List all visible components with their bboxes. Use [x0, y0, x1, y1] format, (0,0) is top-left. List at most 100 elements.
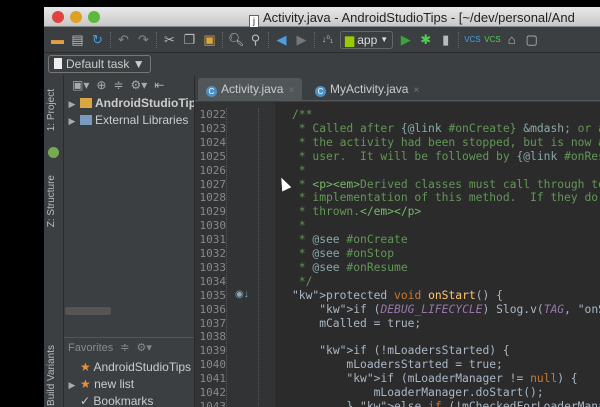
project-panel: ▣▾ ⊕ ≑ ⚙▾ ⇤ ▶ AndroidStudioTips ▶ External Lib…: [64, 75, 195, 407]
code-line: * Called after {@link #onCreate} &mdash;…: [292, 121, 600, 135]
override-icon[interactable]: ◉↓: [235, 289, 249, 300]
forward-icon[interactable]: ▶: [294, 32, 309, 47]
favorites-header: Favorites ≑ ⚙▾: [64, 337, 194, 357]
zoom-window-button[interactable]: [88, 11, 100, 23]
view-selector-icon[interactable]: ▣▾: [72, 78, 89, 92]
tab-activity-java[interactable]: C Activity.java ×: [198, 78, 303, 101]
paste-icon[interactable]: ▣: [202, 32, 217, 47]
project-structure-icon[interactable]: ▢: [524, 32, 539, 47]
code-line: */: [292, 274, 313, 288]
editor-tabs: C Activity.java × C MyActivity.java ×: [195, 75, 600, 101]
tab-structure[interactable]: Z: Structure: [46, 175, 57, 227]
sync-icon[interactable]: ↻: [90, 32, 105, 47]
minimize-window-button[interactable]: [70, 11, 82, 23]
open-folder-icon[interactable]: ▬: [50, 32, 65, 47]
android-icon: ▆: [345, 32, 355, 47]
collapse-icon[interactable]: ≑: [113, 78, 123, 92]
settings-icon[interactable]: ⚙▾: [131, 78, 148, 92]
code-line: "kw">if (DEBUG_LIFECYCLE) Slog.v(TAG, "o…: [319, 302, 600, 316]
favorite-item[interactable]: ✓ Bookmarks: [64, 393, 194, 407]
code-line: /**: [292, 108, 313, 121]
line-number: 1038: [199, 330, 227, 344]
code-line: * the activity had been stopped, but is …: [292, 135, 600, 149]
line-number: 1030: [199, 219, 227, 233]
code-line: } "kw">else if (!mCheckedForLoaderManage…: [292, 399, 600, 407]
locate-icon[interactable]: ⊕: [96, 78, 106, 92]
code-line: * thrown.</em></p>: [292, 205, 422, 219]
editor-gutter: 1022 1023 1024 1025 1026 1027 1028 1029 1030 1031…: [195, 102, 275, 407]
ide-window: j Activity.java - AndroidStudioTips - [~/…: [44, 7, 600, 407]
project-panel-toolbar: ▣▾ ⊕ ≑ ⚙▾ ⇤: [64, 75, 194, 95]
code-line: * @see #onStop: [292, 247, 395, 260]
line-number: 1043: [199, 399, 227, 407]
cut-icon[interactable]: ✂: [162, 32, 177, 47]
code-line: * implementation of this method. If they…: [292, 191, 600, 205]
replace-icon[interactable]: ⚲: [248, 32, 263, 47]
redo-icon[interactable]: ↷: [136, 32, 151, 47]
tab-project[interactable]: 1: Project: [46, 89, 57, 131]
settings-icon[interactable]: ⚙▾: [136, 341, 151, 354]
star-icon: ★: [80, 360, 91, 374]
favorite-item[interactable]: ★ AndroidStudioTips: [64, 359, 194, 376]
line-number: 1037: [199, 316, 227, 330]
code-line: * <p><em>Derived classes must call throu…: [292, 177, 600, 191]
folder-icon: [80, 98, 92, 108]
line-number: 1032: [199, 247, 227, 260]
horizontal-scrollbar[interactable]: [65, 307, 111, 315]
code-line: * @see #onResume: [292, 260, 408, 274]
line-number: 1033: [199, 260, 227, 274]
sort-icon[interactable]: ↓⁰₁: [320, 32, 335, 47]
collapse-icon[interactable]: ≑: [120, 341, 129, 354]
class-icon: C: [206, 86, 217, 97]
tab-build-variants[interactable]: Build Variants: [46, 345, 57, 406]
code-line: mLoadersStarted = true;: [292, 358, 503, 372]
tree-item-external-libraries[interactable]: ▶ External Libraries: [64, 112, 194, 129]
save-icon[interactable]: ▤: [70, 32, 85, 47]
code-line: * user. It will be followed by {@link #o…: [292, 149, 600, 163]
close-tab-icon[interactable]: ×: [288, 85, 294, 96]
task-select[interactable]: Default task ▼: [48, 55, 151, 73]
back-icon[interactable]: ◀: [274, 32, 289, 47]
line-number: 1029: [199, 205, 227, 219]
hide-icon[interactable]: ⇤: [154, 78, 164, 92]
vcs-history-icon[interactable]: ⌂: [504, 32, 519, 47]
code-line: mLoaderManager.doStart();: [292, 386, 544, 399]
code-editor[interactable]: /** * Called after {@link #onCreate} &md…: [275, 102, 600, 407]
expand-icon[interactable]: ▶: [64, 113, 80, 129]
run-icon[interactable]: ▶: [398, 32, 413, 47]
run-config-select[interactable]: ▆ app ▼: [340, 30, 394, 49]
title-bar: j Activity.java - AndroidStudioTips - [~/…: [44, 7, 600, 28]
tree-item-project[interactable]: ▶ AndroidStudioTips: [64, 95, 194, 112]
favorite-item[interactable]: ▶ ★ new list: [64, 376, 194, 393]
android-icon: [48, 147, 59, 158]
code-line: "kw">if (!mLoadersStarted) {: [319, 344, 510, 358]
find-icon[interactable]: 🔍︎: [228, 32, 245, 47]
undo-icon[interactable]: ↶: [116, 32, 131, 47]
close-tab-icon[interactable]: ×: [413, 85, 419, 96]
code-line: "kw">if (mLoaderManager != null) {: [346, 372, 578, 386]
vcs-commit-icon[interactable]: VCS: [484, 32, 500, 47]
code-line: * @see #onCreate: [292, 233, 408, 247]
line-number: 1039: [199, 344, 227, 358]
tab-myactivity-java[interactable]: C MyActivity.java ×: [307, 78, 427, 101]
line-number: 1036: [199, 302, 227, 316]
line-number: 1024: [199, 135, 227, 149]
copy-icon[interactable]: ❐: [182, 32, 197, 47]
library-icon: [80, 115, 92, 125]
attach-debugger-icon[interactable]: ▮: [438, 32, 453, 47]
line-number: 1042: [199, 386, 227, 399]
line-number: 1026: [199, 163, 227, 177]
vcs-update-icon[interactable]: VCS: [464, 32, 480, 47]
expand-icon[interactable]: ▶: [64, 377, 80, 393]
line-number: 1028: [199, 191, 227, 205]
debug-icon[interactable]: ✱: [418, 32, 433, 47]
code-line: "kw">protected void onStart() {: [292, 288, 503, 302]
code-line: *: [292, 219, 306, 233]
line-number: 1023: [199, 121, 227, 135]
window-title: j Activity.java - AndroidStudioTips - [~/…: [249, 10, 575, 28]
line-number: 1041: [199, 372, 227, 386]
tool-window-stripe: 1: Project Z: Structure Build Variants: [44, 75, 64, 407]
chevron-down-icon: ✓: [80, 394, 91, 407]
expand-icon[interactable]: ▶: [64, 96, 80, 112]
close-window-button[interactable]: [52, 11, 64, 23]
